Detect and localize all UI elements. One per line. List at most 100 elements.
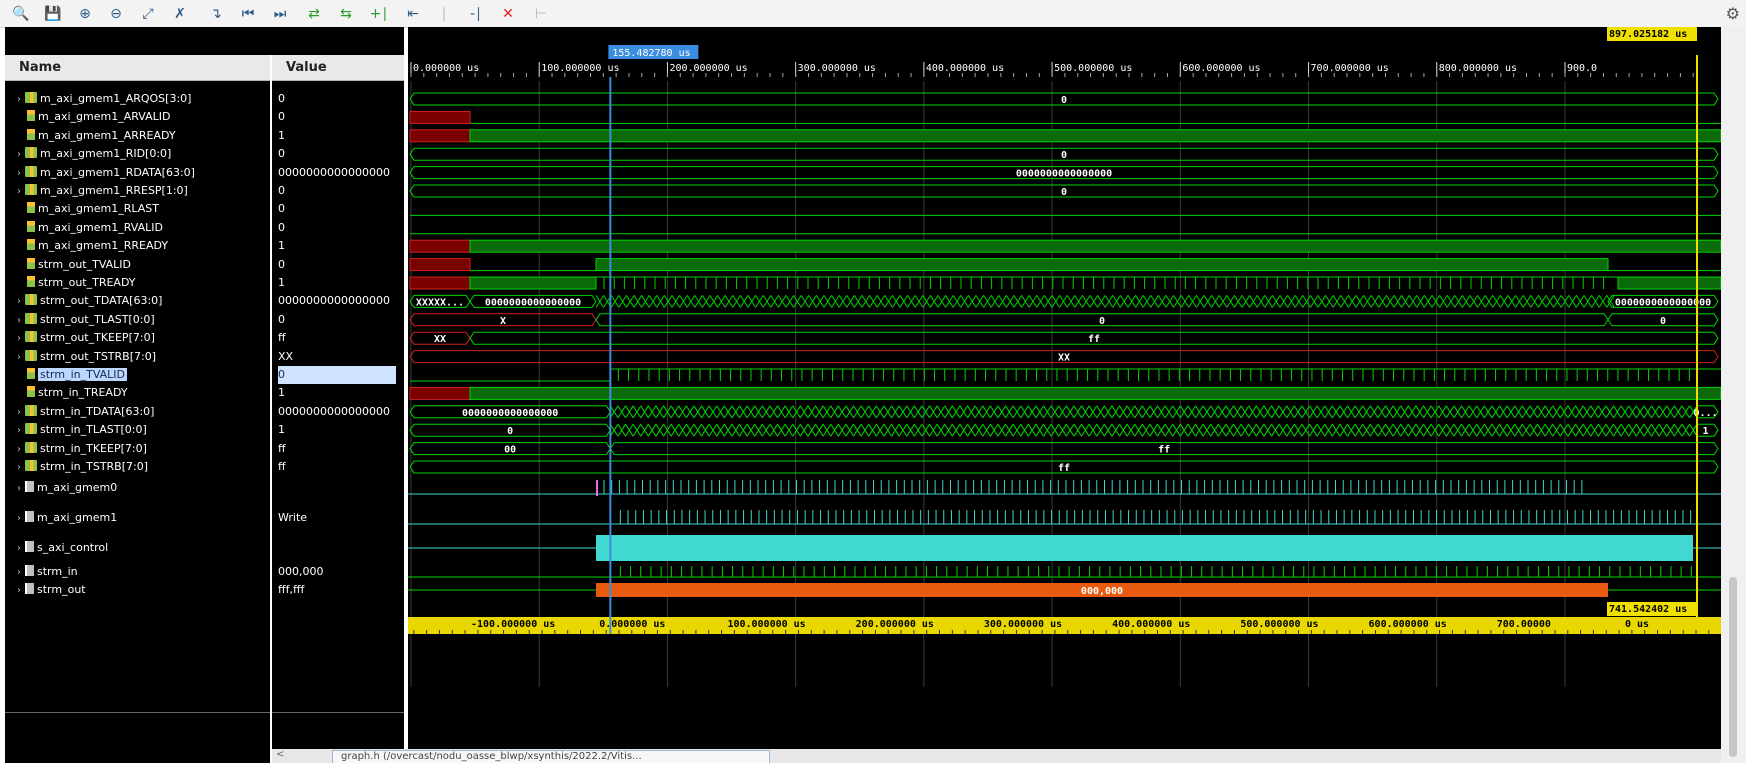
signal-row[interactable]: › strm_out_TKEEP[7:0]	[13, 329, 155, 347]
signal-row[interactable]: strm_out_TVALID	[13, 256, 131, 274]
signal-row[interactable]: › strm_out_TDATA[63:0]	[13, 292, 162, 310]
group-row[interactable]: › m_axi_gmem1	[13, 509, 117, 527]
chevron-right-icon[interactable]: ›	[13, 422, 25, 440]
bus-value-label: 0	[1099, 316, 1105, 327]
signal-row[interactable]: m_axi_gmem1_RLAST	[13, 200, 159, 218]
top-tick-label: 700.000000 us	[1311, 63, 1389, 74]
bus-value-label: 0	[507, 426, 513, 437]
file-tab[interactable]: graph.h (/overcast/nodu_oasse_blwp/xsynt…	[332, 750, 770, 763]
group-name: m_axi_gmem0	[37, 481, 118, 494]
zoom-fit-icon[interactable]: ⤢	[138, 4, 158, 24]
cursor-icon[interactable]: ✗	[170, 4, 190, 24]
delete-icon[interactable]: ✕	[498, 4, 518, 24]
signal-row[interactable]: m_axi_gmem1_RVALID	[13, 219, 163, 237]
chevron-right-icon[interactable]: ›	[13, 183, 25, 201]
vertical-scrollbar[interactable]	[1721, 27, 1746, 763]
signal-row[interactable]: › m_axi_gmem1_ARQOS[3:0]	[13, 90, 191, 108]
signal-row[interactable]: m_axi_gmem1_ARVALID	[13, 108, 170, 126]
signal-value: 1	[278, 239, 285, 253]
signal-row[interactable]: › m_axi_gmem1_RRESP[1:0]	[13, 182, 188, 200]
signal-value: 1	[278, 128, 285, 142]
group-row[interactable]: › m_axi_gmem0	[13, 479, 117, 497]
marker-label: 741.542402 us	[1609, 604, 1687, 615]
chevron-right-icon[interactable]: ›	[13, 480, 25, 498]
signal-row[interactable]: › strm_in_TSTRB[7:0]	[13, 458, 148, 476]
signal-name: strm_out_TREADY	[38, 276, 136, 289]
value-column-header[interactable]: Value	[272, 55, 404, 81]
signal-name: m_axi_gmem1_ARQOS[3:0]	[40, 92, 192, 105]
group-row[interactable]: › s_axi_control	[13, 539, 108, 557]
chevron-right-icon[interactable]: ›	[13, 91, 25, 109]
bottom-tick-label: 400.000000 us	[1112, 619, 1190, 630]
signal-value: 0	[278, 257, 285, 271]
grey1-icon: ∣	[440, 6, 448, 22]
chevron-right-icon[interactable]: ›	[13, 165, 25, 183]
scroll-thumb[interactable]	[1729, 577, 1737, 757]
chevron-right-icon[interactable]: ›	[13, 293, 25, 311]
chevron-right-icon[interactable]: ›	[13, 459, 25, 477]
group-value-label: 000,000	[1081, 586, 1123, 597]
group-name: m_axi_gmem1	[37, 511, 118, 524]
signal-name: strm_out_TDATA[63:0]	[40, 294, 163, 308]
bottom-tick-label: 700.00000	[1497, 619, 1551, 630]
signal-row[interactable]: › strm_in_TLAST[0:0]	[13, 421, 147, 439]
signal-row[interactable]: › m_axi_gmem1_RDATA[63:0]	[13, 164, 195, 182]
chevron-right-icon[interactable]: ›	[13, 510, 25, 528]
signal-row[interactable]: › strm_in_TKEEP[7:0]	[13, 440, 147, 458]
bottom-tick-label: 100.000000 us	[727, 619, 805, 630]
bus-value-label: ff	[1158, 445, 1170, 456]
bus-value-label: 0	[1061, 150, 1067, 161]
values-panel: Value 0 0 1 0 0000000000000000 0 0 0 1 0 1 00000000…	[272, 55, 404, 763]
signal-row[interactable]: › strm_out_TLAST[0:0]	[13, 311, 155, 329]
group-row[interactable]: › strm_in	[13, 563, 78, 581]
group-value	[278, 479, 396, 497]
signal-row[interactable]: strm_out_TREADY	[13, 274, 136, 292]
chevron-right-icon[interactable]: ›	[13, 349, 25, 367]
chevron-right-icon[interactable]: ›	[13, 312, 25, 330]
chevron-right-icon[interactable]: ›	[13, 582, 25, 600]
search-icon[interactable]: 🔍	[11, 4, 31, 24]
chevron-right-icon[interactable]: ›	[13, 564, 25, 582]
zoom-out-icon[interactable]: ⊖	[106, 4, 126, 24]
bus-signal-icon	[25, 147, 37, 159]
save-icon[interactable]: 💾	[43, 4, 63, 24]
chevron-right-icon[interactable]: ›	[13, 330, 25, 348]
add-marker-icon[interactable]: ⇄	[304, 4, 324, 24]
chevron-right-icon[interactable]: ›	[13, 146, 25, 164]
signal-name: strm_in_TVALID	[38, 368, 128, 381]
bus-value-label: 0000000000000000	[485, 297, 581, 308]
next-edge-icon[interactable]: +∣	[369, 4, 389, 24]
last-icon[interactable]: ⏭	[270, 4, 290, 24]
top-tick-label: 800.000000 us	[1439, 63, 1517, 74]
scroll-left-icon[interactable]: <	[276, 749, 284, 760]
signal-row[interactable]: m_axi_gmem1_RREADY	[13, 237, 168, 255]
signal-row[interactable]: strm_in_TREADY	[13, 384, 128, 402]
name-column-header[interactable]: Name	[5, 55, 270, 81]
signal-row[interactable]: › m_axi_gmem1_RID[0:0]	[13, 145, 171, 163]
signal-name: m_axi_gmem1_RLAST	[38, 202, 159, 216]
bus-signal-icon	[25, 349, 37, 361]
go-to-icon[interactable]: ↴	[206, 4, 226, 24]
bus-signal-icon	[25, 331, 37, 343]
first-icon[interactable]: ⏮	[238, 4, 258, 24]
signal-row[interactable]: › strm_in_TDATA[63:0]	[13, 403, 154, 421]
chevron-right-icon[interactable]: ›	[13, 540, 25, 558]
bus-signal-icon	[25, 460, 37, 471]
zoom-in-icon[interactable]: ⊕	[75, 4, 95, 24]
bus-signal-icon	[25, 423, 37, 435]
chevron-right-icon[interactable]: ›	[13, 441, 25, 459]
signal-name: m_axi_gmem1_RID[0:0]	[40, 147, 172, 161]
top-tick-label: 100.000000 us	[541, 63, 619, 74]
bus-value-label: 0	[1660, 316, 1666, 327]
signal-row[interactable]: strm_in_TVALID	[13, 366, 128, 384]
group-row[interactable]: › strm_out	[13, 581, 86, 599]
gear-icon[interactable]: ⚙	[1726, 4, 1740, 23]
bit-high-block	[469, 239, 1721, 253]
marker-remove-icon[interactable]: -∣	[466, 4, 486, 24]
chevron-right-icon[interactable]: ›	[13, 404, 25, 422]
prev-edge-icon[interactable]: ⇆	[336, 4, 356, 24]
waveform-canvas[interactable]: 0.000000 us 100.000000 us 200.000000 us 300…	[408, 27, 1721, 749]
swap-icon[interactable]: ⇤	[403, 4, 423, 24]
signal-row[interactable]: m_axi_gmem1_ARREADY	[13, 127, 176, 145]
signal-row[interactable]: › strm_out_TSTRB[7:0]	[13, 348, 156, 366]
